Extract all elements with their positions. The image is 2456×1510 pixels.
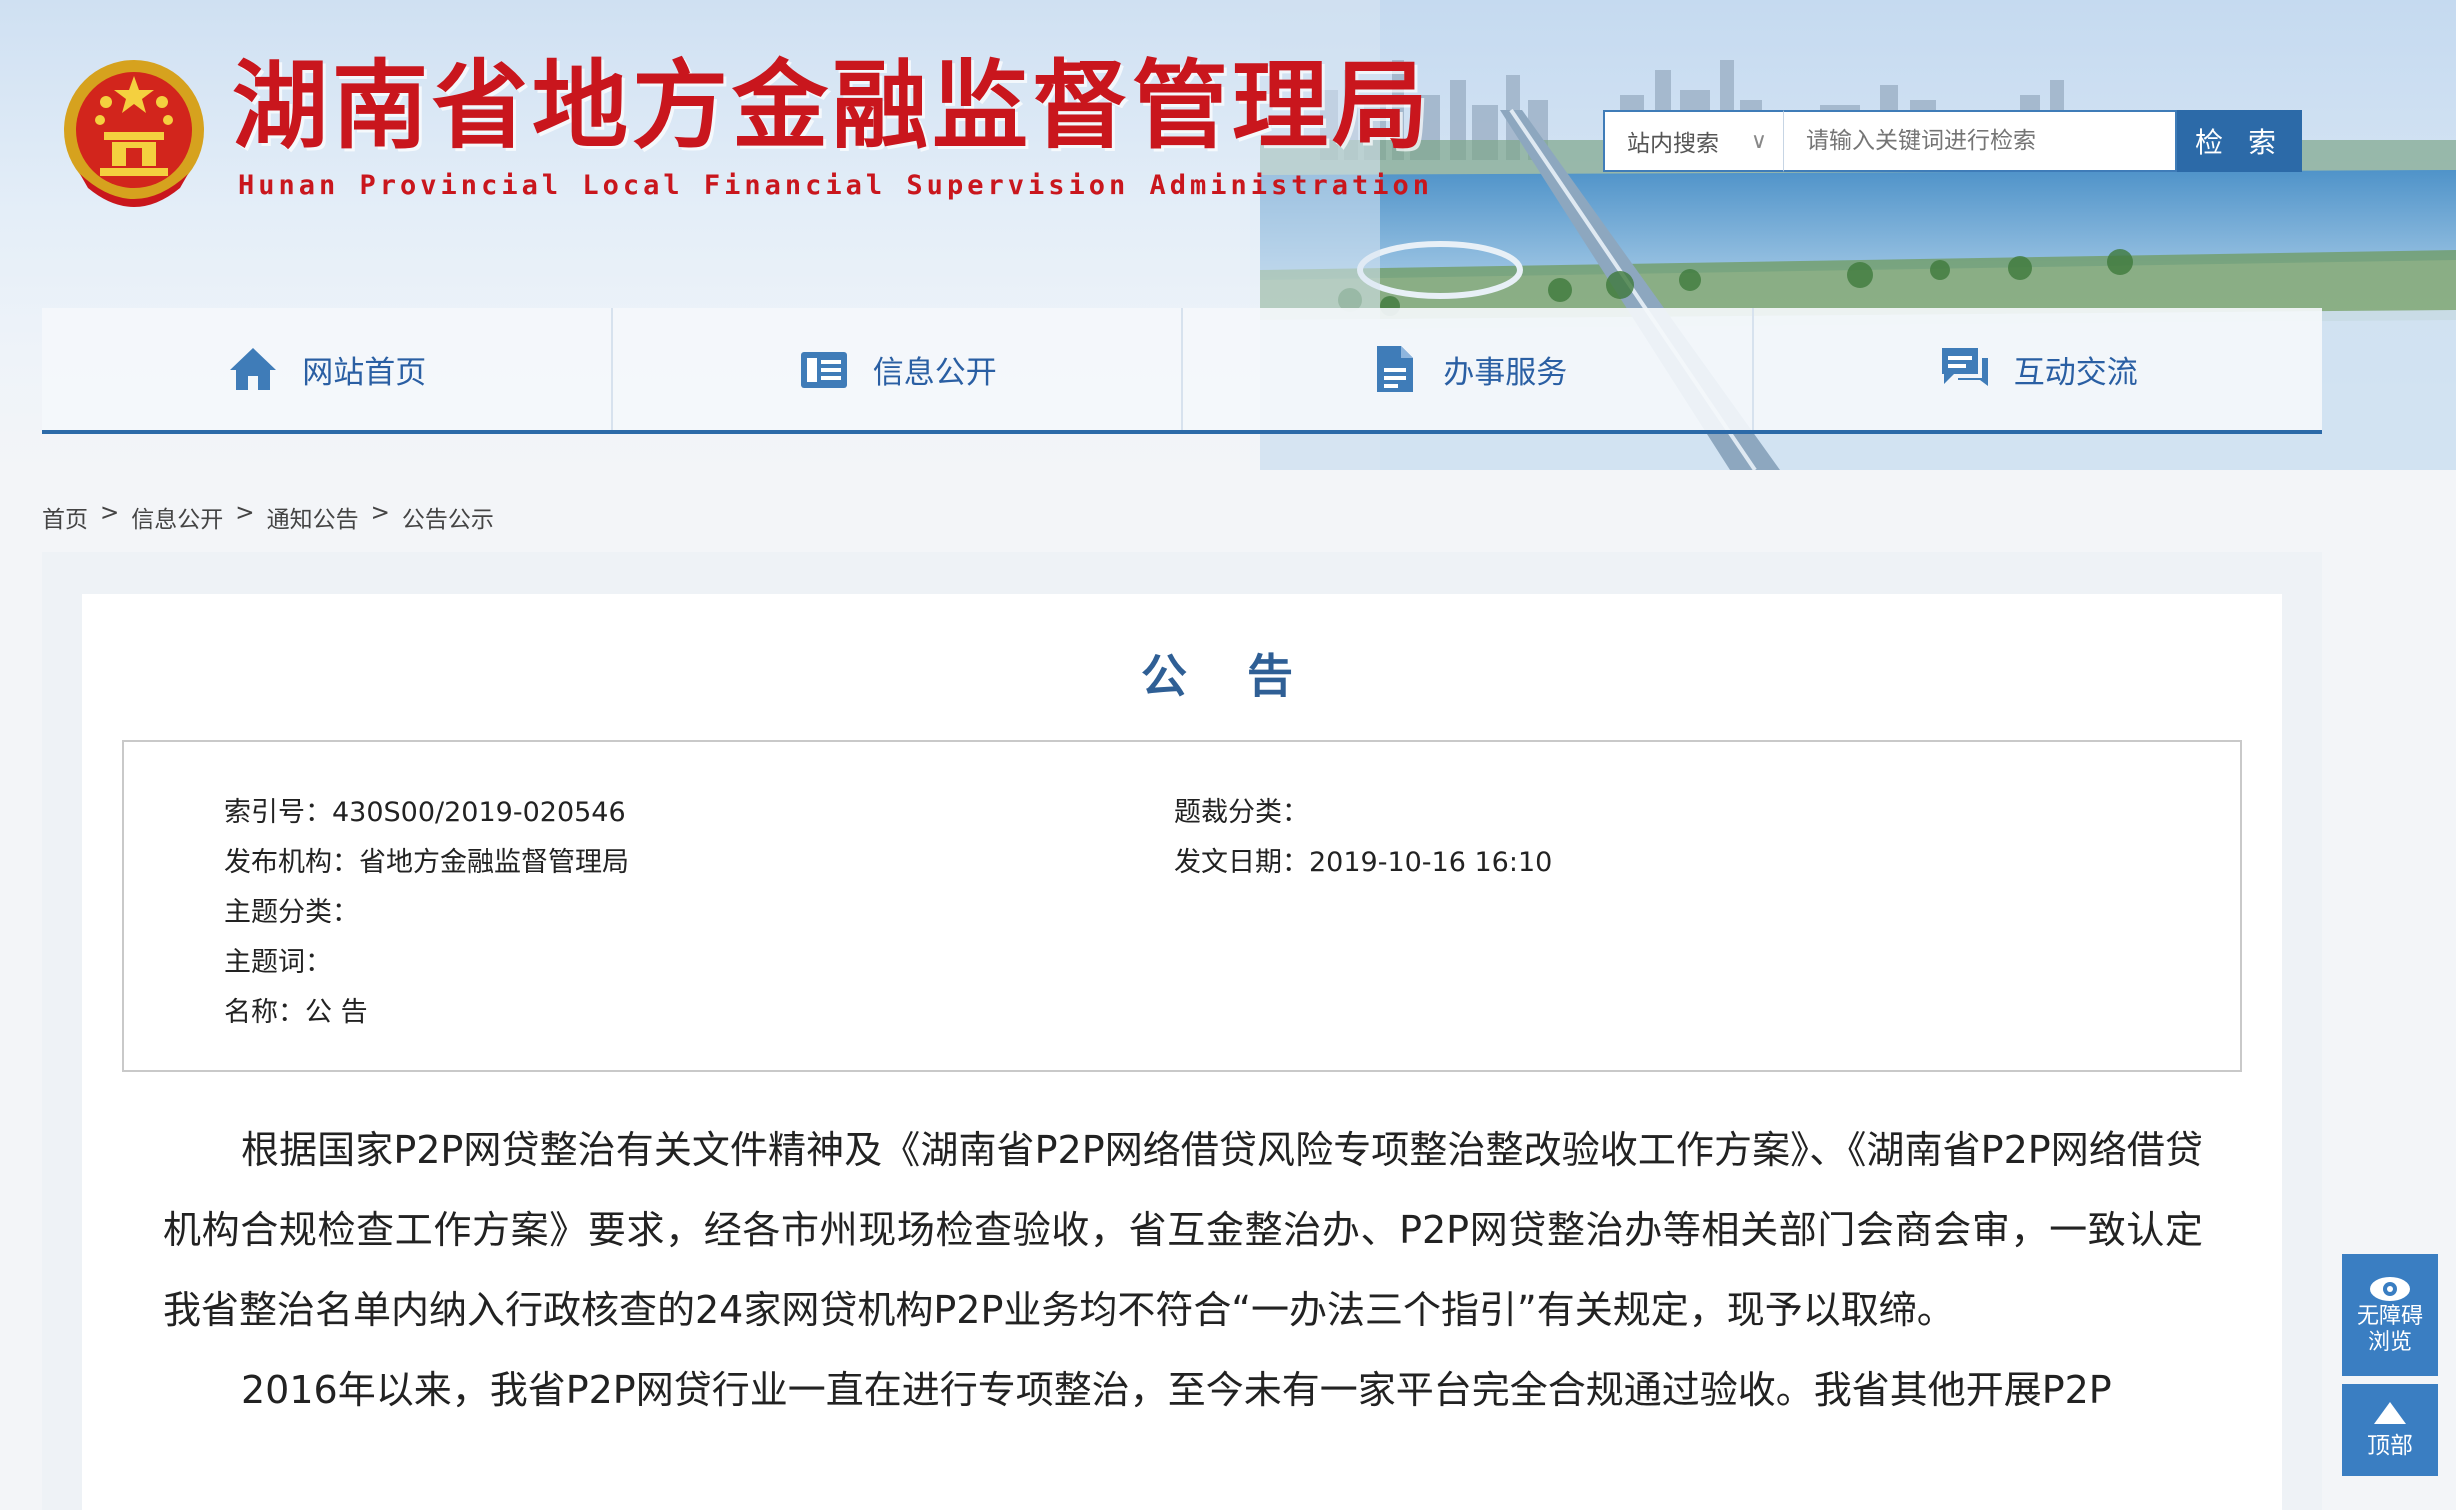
search-input[interactable]	[1783, 110, 2177, 172]
home-icon	[230, 348, 277, 390]
site-subtitle: Hunan Provincial Local Financial Supervi…	[238, 170, 1434, 201]
meta-genre-label: 题裁分类：	[1174, 797, 1309, 828]
breadcrumb-notice[interactable]: 通知公告	[267, 500, 359, 534]
breadcrumb-separator: >	[100, 500, 120, 526]
nav-item-info[interactable]: 信息公开	[613, 308, 1183, 430]
nav-item-label: 办事服务	[1443, 354, 1568, 391]
breadcrumb-info[interactable]: 信息公开	[131, 500, 223, 534]
breadcrumb: 首页 > 信息公开 > 通知公告 > 公告公示	[42, 500, 494, 534]
meta-publisher: 发布机构：省地方金融监督管理局	[224, 840, 629, 879]
accessibility-label-line2: 浏览	[2367, 1330, 2412, 1355]
meta-index: 索引号：430S00/2019-020546	[224, 790, 626, 829]
accessibility-button[interactable]: 无障碍 浏览	[2342, 1254, 2438, 1376]
search-scope-label: 站内搜索	[1627, 131, 1719, 157]
meta-name-value: 公 告	[305, 997, 368, 1028]
nav-item-label: 网站首页	[302, 354, 427, 391]
nav-item-label: 互动交流	[2013, 354, 2138, 391]
eye-icon	[2370, 1277, 2410, 1301]
arrow-up-icon	[2374, 1402, 2406, 1424]
back-to-top-button[interactable]: 顶部	[2342, 1384, 2438, 1476]
article-body: 根据国家P2P网贷整治有关文件精神及《湖南省P2P网络借贷风险专项整治整改验收工…	[163, 1110, 2203, 1430]
breadcrumb-home[interactable]: 首页	[42, 500, 88, 534]
meta-keyword-label: 主题词：	[224, 947, 332, 978]
nav-item-home[interactable]: 网站首页	[42, 308, 613, 430]
article-title: 公 告	[1140, 649, 1315, 703]
meta-topic: 主题分类：	[224, 890, 359, 929]
meta-date-label: 发文日期：	[1174, 847, 1309, 878]
chat-icon	[1941, 348, 1988, 386]
meta-date: 发文日期：2019-10-16 16:10	[1174, 840, 1552, 879]
meta-index-label: 索引号：	[224, 797, 332, 828]
search-scope-select[interactable]: 站内搜索 ∨	[1603, 110, 1783, 172]
nav-item-service[interactable]: 办事服务	[1183, 308, 1754, 430]
meta-index-value: 430S00/2019-020546	[332, 797, 626, 828]
nav-item-label: 信息公开	[872, 354, 997, 391]
meta-publisher-value: 省地方金融监督管理局	[359, 847, 629, 878]
chevron-down-icon: ∨	[1750, 128, 1767, 154]
accessibility-label-line1: 无障碍	[2356, 1304, 2423, 1329]
meta-topic-label: 主题分类：	[224, 897, 359, 928]
info-board-icon	[800, 352, 847, 388]
search-bar: 站内搜索 ∨ 检 索	[1603, 110, 2302, 172]
meta-keyword: 主题词：	[224, 940, 332, 979]
article-paragraph: 根据国家P2P网贷整治有关文件精神及《湖南省P2P网络借贷风险专项整治整改验收工…	[163, 1128, 2203, 1332]
meta-name: 名称：公 告	[224, 990, 368, 1029]
meta-date-value: 2019-10-16 16:10	[1309, 847, 1553, 878]
main-nav: 网站首页 信息公开 办事服务 互动交流	[42, 308, 2322, 434]
back-to-top-label: 顶部	[2367, 1433, 2413, 1459]
search-button[interactable]: 检 索	[2177, 110, 2302, 172]
site-title: 湖南省地方金融监督管理局	[232, 50, 1432, 162]
breadcrumb-current[interactable]: 公告公示	[402, 500, 494, 534]
header-banner: 湖南省地方金融监督管理局 Hunan Provincial Local Fina…	[0, 0, 2456, 470]
article-paragraph: 2016年以来，我省P2P网贷行业一直在进行专项整治，至今未有一家平台完全合规通…	[241, 1368, 2112, 1412]
article-meta-box: 索引号：430S00/2019-020546 题裁分类： 发布机构：省地方金融监…	[122, 740, 2242, 1072]
meta-name-label: 名称：	[224, 997, 305, 1028]
meta-genre: 题裁分类：	[1174, 790, 1309, 829]
breadcrumb-separator: >	[370, 500, 390, 526]
nav-item-interaction[interactable]: 互动交流	[1754, 308, 2323, 430]
meta-publisher-label: 发布机构：	[224, 847, 359, 878]
document-icon	[1377, 346, 1414, 392]
breadcrumb-separator: >	[235, 500, 255, 526]
national-emblem-icon	[64, 60, 204, 207]
